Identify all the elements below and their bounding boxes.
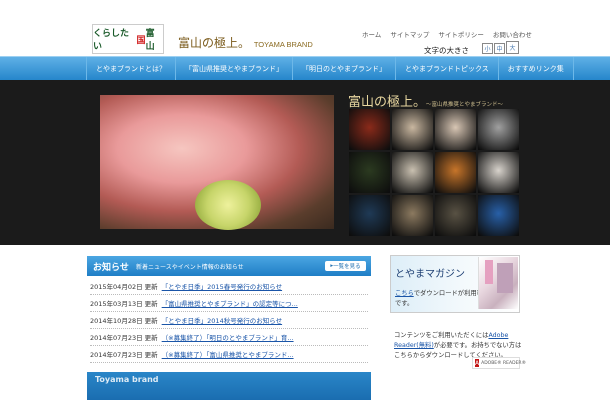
product-thumbnail[interactable] <box>435 109 476 150</box>
news-row: 2014年07月23日 更新 （※募集終了）「富山県推奨とやまブランド... <box>90 346 368 363</box>
product-thumbnail[interactable] <box>392 109 433 150</box>
magazine-title[interactable]: とやまマガジン <box>395 265 465 280</box>
news-row: 2015年04月02日 更新 「とやま日季」2015春号発行のお知らせ <box>90 278 368 295</box>
news-title: お知らせ <box>93 263 129 273</box>
product-thumbnail[interactable] <box>349 152 390 193</box>
adobe-reader-badge[interactable]: A ADOBE® READER® <box>472 357 526 369</box>
logo-en-text: TOYAMA BRAND <box>253 40 313 49</box>
hero-photo-lime <box>195 180 261 230</box>
news-row: 2014年10月28日 更新 「とやま日季」2014秋号発行のお知らせ <box>90 312 368 329</box>
product-thumbnail[interactable] <box>478 195 519 236</box>
news-link[interactable]: 「とやま日季」2015春号発行のお知らせ <box>162 281 282 291</box>
font-size-small-button[interactable]: 小 <box>482 43 493 54</box>
news-more-button[interactable]: ▸ 一覧を見る <box>325 261 366 271</box>
product-thumbnail[interactable] <box>392 152 433 193</box>
product-thumbnail[interactable] <box>435 152 476 193</box>
top-link-policy[interactable]: サイトポリシー <box>438 29 484 39</box>
top-link-contact[interactable]: お問い合わせ <box>493 29 532 39</box>
news-link[interactable]: 「富山県推奨とやまブランド」の認定等につ... <box>162 298 298 308</box>
logo-main-text: 富山の極上。 <box>178 36 251 50</box>
nav-item-links[interactable]: おすすめリンク集 <box>499 57 574 81</box>
news-link[interactable]: （※募集終了）「富山県推奨とやまブランド... <box>162 349 294 359</box>
hero-subtitle: 〜富山県推奨とやまブランド〜 <box>426 102 504 108</box>
toyama-brand-logo[interactable]: 富山の極上。 TOYAMA BRAND <box>178 34 313 51</box>
nav-item-future-brand[interactable]: 「明日のとやまブランド」 <box>293 57 396 81</box>
main-nav: とやまブランドとは？ 「富山県推奨とやまブランド」 「明日のとやまブランド」 と… <box>0 56 610 81</box>
utility-nav: ホーム サイトマップ サイトポリシー お問い合わせ <box>362 29 532 39</box>
top-link-sitemap[interactable]: サイトマップ <box>390 29 429 39</box>
nav-item-about[interactable]: とやまブランドとは？ <box>86 57 176 81</box>
font-size-large-button[interactable]: 大 <box>506 41 519 54</box>
news-row: 2015年03月13日 更新 「富山県推奨とやまブランド」の認定等につ... <box>90 295 368 312</box>
product-thumbnail[interactable] <box>349 195 390 236</box>
product-thumbnail[interactable] <box>435 195 476 236</box>
site-logo-kurashitai-toyama[interactable]: くらしたい国富山 <box>92 24 164 54</box>
news-date: 2015年03月13日 更新 <box>90 300 158 308</box>
magazine-download-link[interactable]: こちら <box>395 290 414 297</box>
font-size-medium-button[interactable]: 中 <box>494 43 505 54</box>
adobe-badge-label: ADOBE® READER® <box>481 360 527 366</box>
hero-title-text: 富山の極上。 <box>348 95 427 110</box>
logo-suffix: 富山 <box>145 29 155 52</box>
product-thumbnail-grid <box>349 109 521 236</box>
news-date: 2014年07月23日 更新 <box>90 351 158 359</box>
product-thumbnail[interactable] <box>478 109 519 150</box>
logo-prefix: くらしたい <box>93 29 130 52</box>
news-subtitle: 新着ニュースやイベント情報のお知らせ <box>136 264 244 271</box>
news-row: 2014年07月23日 更新 （※募集終了）「明日のとやまブランド」育... <box>90 329 368 346</box>
brand-section-title: Toyama brand <box>95 375 159 384</box>
top-link-home[interactable]: ホーム <box>362 29 381 39</box>
news-link[interactable]: （※募集終了）「明日のとやまブランド」育... <box>162 332 294 342</box>
logo-mark: 国 <box>136 35 146 46</box>
product-thumbnail[interactable] <box>349 109 390 150</box>
news-date: 2015年04月02日 更新 <box>90 283 158 291</box>
adobe-reader-icon: A <box>475 359 480 367</box>
product-thumbnail[interactable] <box>392 195 433 236</box>
font-size-label: 文字の大きさ <box>424 46 469 55</box>
hero-title: 富山の極上。〜富山県推奨とやまブランド〜 <box>348 91 503 110</box>
magazine-cover-image[interactable] <box>478 257 518 309</box>
reader-note-before: コンテンツをご利用いただくには <box>394 332 489 339</box>
brand-section-bar: Toyama brand <box>87 372 371 400</box>
news-date: 2014年10月28日 更新 <box>90 317 158 325</box>
product-thumbnail[interactable] <box>478 152 519 193</box>
nav-item-recommended-brand[interactable]: 「富山県推奨とやまブランド」 <box>176 57 293 81</box>
news-more-label: 一覧を見る <box>333 264 361 270</box>
news-date: 2014年07月23日 更新 <box>90 334 158 342</box>
news-link[interactable]: 「とやま日季」2014秋号発行のお知らせ <box>162 315 282 325</box>
nav-item-topics[interactable]: とやまブランドトピックス <box>396 57 499 81</box>
